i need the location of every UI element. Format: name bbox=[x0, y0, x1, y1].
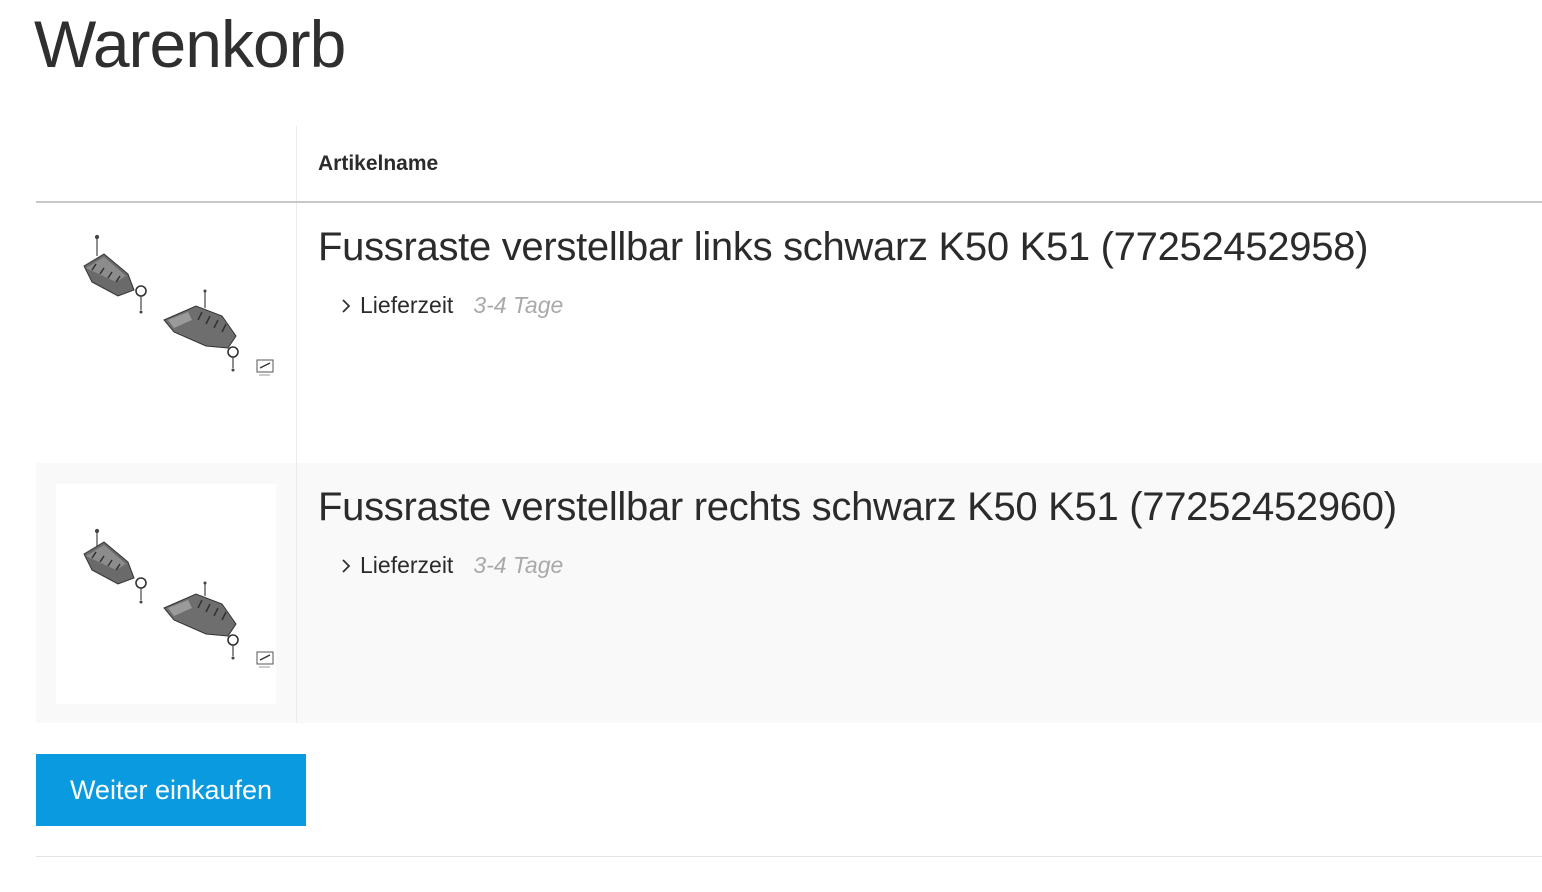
footpeg-parts-diagram-icon bbox=[83, 528, 274, 668]
product-info-cell: Fussraste verstellbar rechts schwarz K50… bbox=[297, 463, 1542, 723]
product-info-cell: Fussraste verstellbar links schwarz K50 … bbox=[297, 203, 1542, 463]
header-image-column bbox=[36, 126, 297, 201]
header-article-name: Artikelname bbox=[318, 152, 439, 175]
delivery-value: 3-4 Tage bbox=[473, 552, 564, 578]
delivery-label: Lieferzeit bbox=[360, 292, 454, 318]
divider bbox=[36, 856, 1542, 857]
footpeg-parts-diagram-icon bbox=[83, 234, 274, 376]
product-image-cell bbox=[36, 463, 297, 723]
page-title: Warenkorb bbox=[34, 7, 346, 81]
chevron-right-icon bbox=[336, 556, 356, 576]
delivery-label: Lieferzeit bbox=[360, 552, 454, 578]
delivery-value: 3-4 Tage bbox=[473, 292, 564, 318]
chevron-right-icon bbox=[336, 296, 356, 316]
product-name-link[interactable]: Fussraste verstellbar rechts schwarz K50… bbox=[318, 485, 1542, 530]
product-thumbnail[interactable] bbox=[56, 484, 276, 704]
table-row: Fussraste verstellbar rechts schwarz K50… bbox=[36, 463, 1542, 723]
continue-shopping-button[interactable]: Weiter einkaufen bbox=[36, 754, 306, 826]
product-thumbnail[interactable] bbox=[56, 224, 276, 444]
product-name-link[interactable]: Fussraste verstellbar links schwarz K50 … bbox=[318, 225, 1542, 270]
delivery-info[interactable]: Lieferzeit 3-4 Tage bbox=[336, 292, 1542, 319]
table-row: Fussraste verstellbar links schwarz K50 … bbox=[36, 203, 1542, 463]
delivery-info[interactable]: Lieferzeit 3-4 Tage bbox=[336, 552, 1542, 579]
table-header: Artikelname bbox=[36, 126, 1542, 203]
product-image-cell bbox=[36, 203, 297, 463]
cart-table: Artikelname Fussraste verstellbar links … bbox=[36, 126, 1542, 723]
